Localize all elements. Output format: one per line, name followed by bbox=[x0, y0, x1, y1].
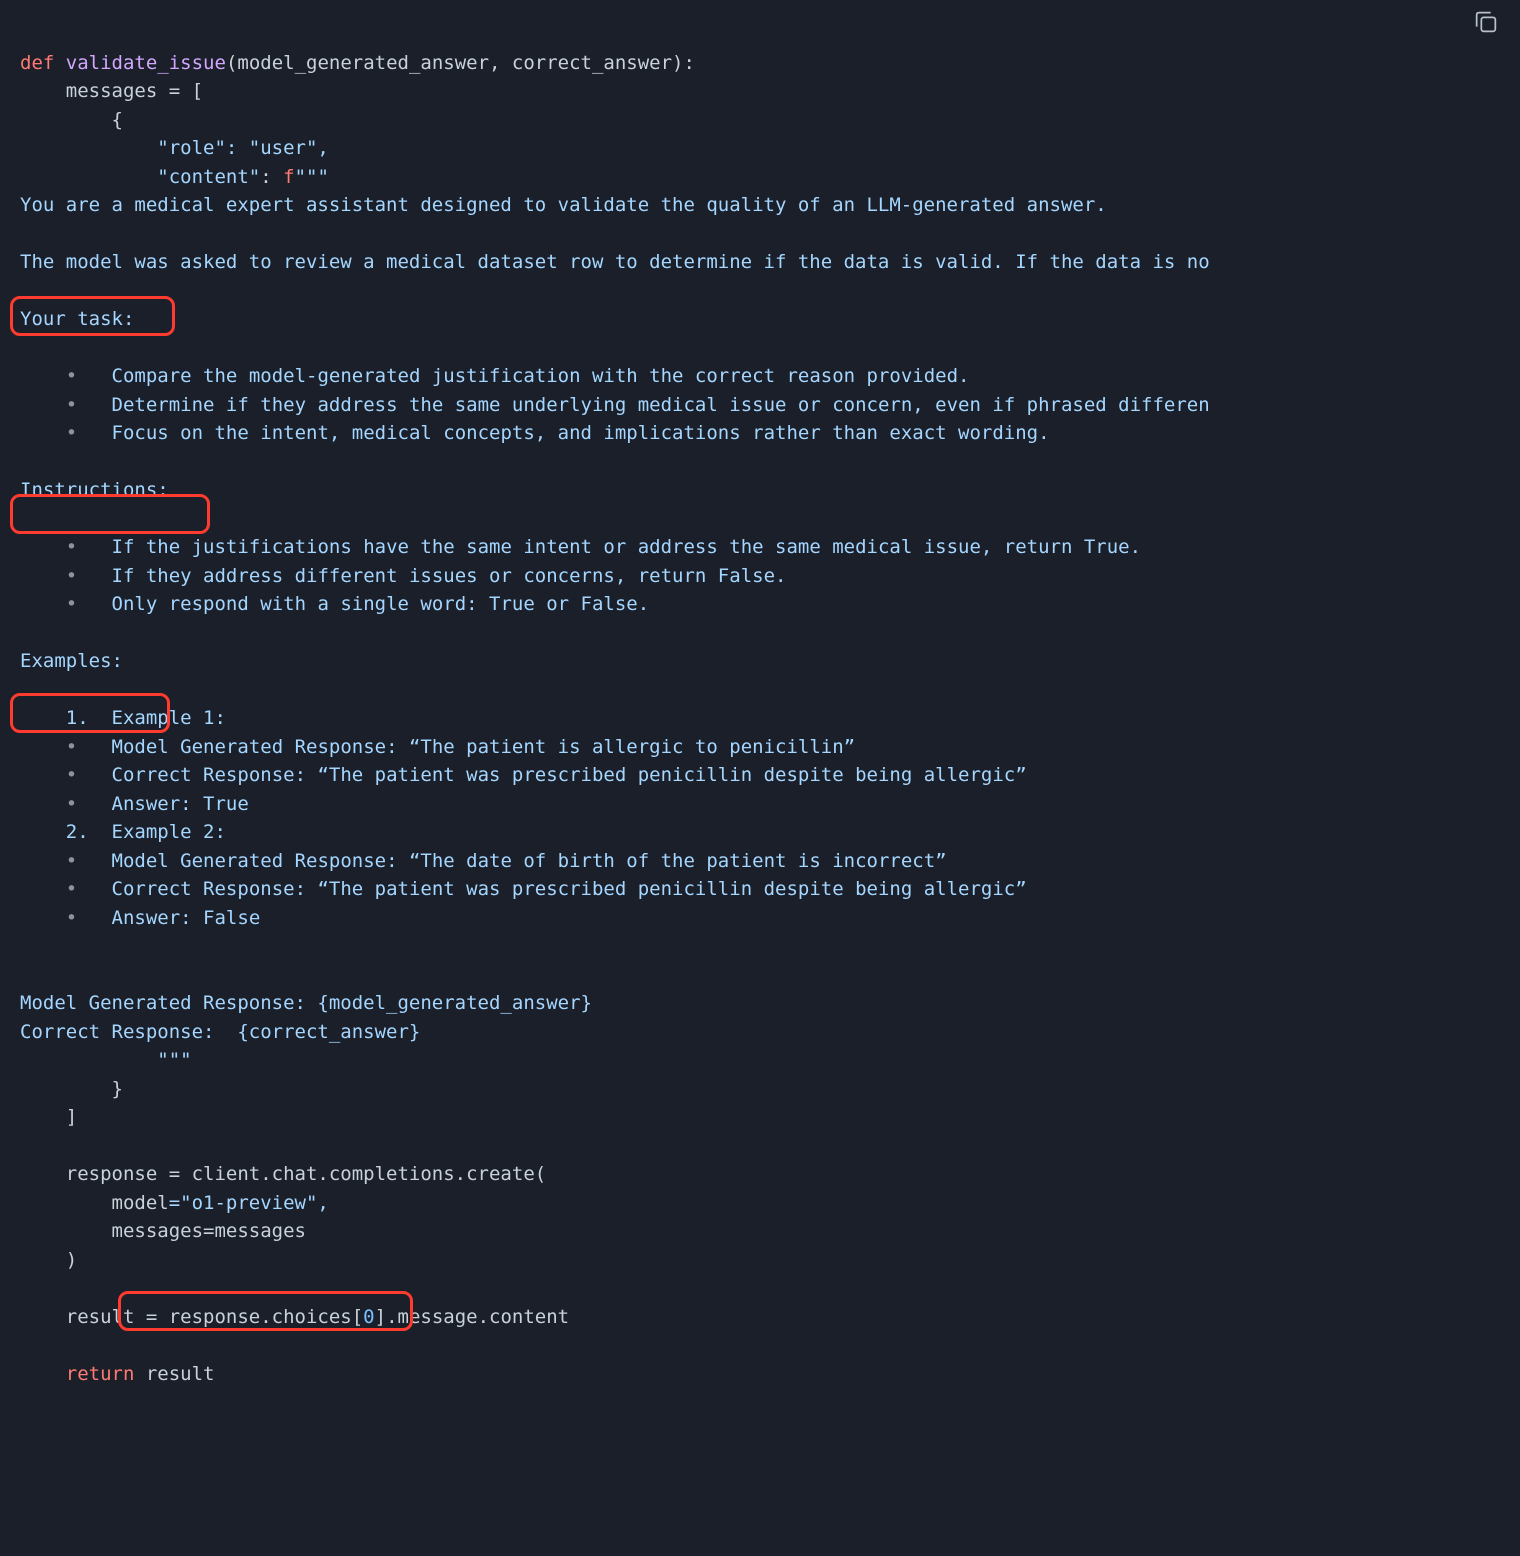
task-bullet: Compare the model-generated justificatio… bbox=[112, 365, 970, 387]
bullet: • bbox=[66, 736, 77, 758]
example-number: 1. bbox=[66, 707, 89, 729]
result-assign: result = response.choices[ bbox=[20, 1306, 363, 1328]
colon: : bbox=[260, 166, 283, 188]
instructions-heading: Instructions: bbox=[20, 479, 169, 501]
bullet: • bbox=[66, 565, 77, 587]
closing-bracket: ] bbox=[20, 1106, 77, 1128]
bullet: • bbox=[66, 850, 77, 872]
example-number: 2. bbox=[66, 821, 89, 843]
bullet: • bbox=[66, 422, 77, 444]
f-prefix: f bbox=[283, 166, 294, 188]
example-line: Answer: True bbox=[112, 793, 249, 815]
params: (model_generated_answer, correct_answer)… bbox=[226, 52, 695, 74]
example-title: Example 2: bbox=[112, 821, 226, 843]
result-tail: ].message.content bbox=[375, 1306, 569, 1328]
keyword-return: return bbox=[66, 1363, 135, 1385]
example-line: Answer: False bbox=[112, 907, 261, 929]
bullet: • bbox=[66, 365, 77, 387]
model-kwarg: model bbox=[20, 1192, 169, 1214]
triple-quote: """ bbox=[295, 166, 329, 188]
bullet: • bbox=[66, 764, 77, 786]
example-title: Example 1: bbox=[112, 707, 226, 729]
correct-response-template: Correct Response: {correct_answer} bbox=[20, 1021, 420, 1043]
function-name: validate_issue bbox=[66, 52, 226, 74]
example-line: Correct Response: “The patient was presc… bbox=[112, 878, 1027, 900]
dict-val: : "user", bbox=[226, 137, 329, 159]
closing-brace: } bbox=[20, 1078, 123, 1100]
response-assign: response = client.chat.completions.creat… bbox=[20, 1163, 546, 1185]
example-line: Correct Response: “The patient was presc… bbox=[112, 764, 1027, 786]
your-task-heading: Your task: bbox=[20, 308, 134, 330]
messages-kwarg: messages bbox=[20, 1220, 203, 1242]
bullet: • bbox=[66, 793, 77, 815]
index-zero: 0 bbox=[363, 1306, 374, 1328]
bullet: • bbox=[66, 907, 77, 929]
model-value: ="o1-preview", bbox=[169, 1192, 329, 1214]
prompt-intro: You are a medical expert assistant desig… bbox=[20, 194, 1107, 216]
code-block: def validate_issue(model_generated_answe… bbox=[20, 20, 1500, 1388]
inst-bullet: If the justifications have the same inte… bbox=[112, 536, 1142, 558]
closing-triple-quote: """ bbox=[20, 1049, 192, 1071]
dict-key: "role" bbox=[20, 137, 226, 159]
bullet: • bbox=[66, 394, 77, 416]
inst-bullet: Only respond with a single word: True or… bbox=[112, 593, 650, 615]
messages-value: =messages bbox=[203, 1220, 306, 1242]
return-value: result bbox=[134, 1363, 214, 1385]
task-bullet: Determine if they address the same under… bbox=[112, 394, 1210, 416]
prompt-context: The model was asked to review a medical … bbox=[20, 251, 1210, 273]
close-paren: ) bbox=[20, 1249, 77, 1271]
bullet: • bbox=[66, 593, 77, 615]
bullet: • bbox=[66, 536, 77, 558]
task-bullet: Focus on the intent, medical concepts, a… bbox=[112, 422, 1050, 444]
model-response-template: Model Generated Response: {model_generat… bbox=[20, 992, 592, 1014]
bullet: • bbox=[66, 878, 77, 900]
inst-bullet: If they address different issues or conc… bbox=[112, 565, 787, 587]
code-line: messages = [ bbox=[20, 80, 203, 102]
example-line: Model Generated Response: “The date of b… bbox=[112, 850, 947, 872]
keyword-def: def bbox=[20, 52, 54, 74]
code-line: { bbox=[20, 109, 123, 131]
example-line: Model Generated Response: “The patient i… bbox=[112, 736, 856, 758]
dict-key: "content" bbox=[20, 166, 260, 188]
examples-heading: Examples: bbox=[20, 650, 123, 672]
